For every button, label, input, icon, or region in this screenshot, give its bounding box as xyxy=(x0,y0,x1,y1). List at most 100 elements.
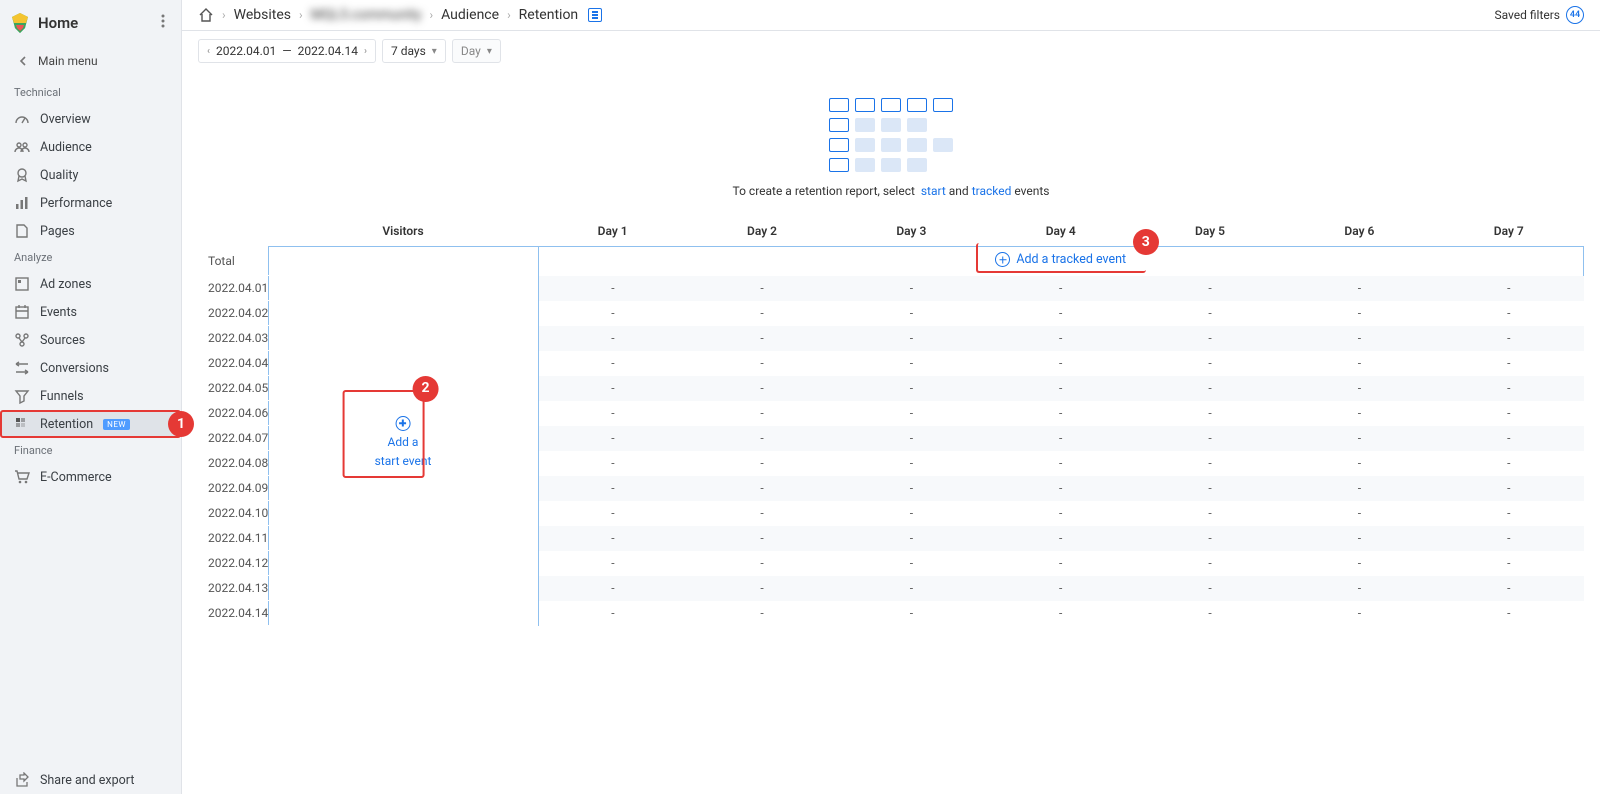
day-cell: - xyxy=(1434,601,1583,626)
chevron-right-icon: › xyxy=(299,8,303,22)
sidebar-item-label: Funnels xyxy=(40,389,84,404)
sidebar-item-e-commerce[interactable]: E-Commerce xyxy=(0,463,181,491)
visitors-total-cell xyxy=(268,247,538,276)
day-cell: - xyxy=(837,601,986,626)
day-cell: - xyxy=(538,376,687,401)
saved-filters-label: Saved filters xyxy=(1494,8,1560,22)
table-header-row: Visitors Day 1 Day 2 Day 3 Day 4 Day 5 D… xyxy=(198,216,1584,247)
saved-filters-link[interactable]: Saved filters 44 xyxy=(1494,6,1584,24)
add-tracked-event-cell[interactable]: Add a tracked event3 xyxy=(538,247,1584,276)
breadcrumbs: › Websites › MQL5.community › Audience ›… xyxy=(198,7,602,23)
day-cell: - xyxy=(986,601,1135,626)
table-row: 2022.04.10------- xyxy=(198,501,1584,526)
range-select[interactable]: 7 days ▾ xyxy=(382,39,446,63)
sidebar-item-funnels[interactable]: Funnels xyxy=(0,382,181,410)
day-header: Day 3 xyxy=(837,216,986,247)
day-cell: - xyxy=(687,351,836,376)
date-range-picker[interactable]: ‹ 2022.04.01 — 2022.04.14 › xyxy=(198,39,376,63)
day-header: Day 1 xyxy=(538,216,687,247)
sidebar-item-events[interactable]: Events xyxy=(0,298,181,326)
day-header: Day 2 xyxy=(687,216,836,247)
plus-circle-icon xyxy=(395,416,410,431)
date-cell: 2022.04.09 xyxy=(198,476,268,501)
day-cell: - xyxy=(1285,451,1434,476)
day-cell: - xyxy=(538,576,687,601)
add-tracked-event-link[interactable]: Add a tracked event xyxy=(995,252,1126,267)
share-export-link[interactable]: Share and export xyxy=(0,766,181,794)
table-row: 2022.04.04------- xyxy=(198,351,1584,376)
day-cell: - xyxy=(986,376,1135,401)
sidebar-item-label: Ad zones xyxy=(40,277,92,292)
sidebar-item-label: Conversions xyxy=(40,361,109,376)
day-cell: - xyxy=(837,576,986,601)
sidebar-item-ad-zones[interactable]: Ad zones xyxy=(0,270,181,298)
sidebar-item-overview[interactable]: Overview xyxy=(0,105,181,133)
crumb-retention[interactable]: Retention xyxy=(519,7,579,23)
date-cell: 2022.04.02 xyxy=(198,301,268,326)
home-icon[interactable] xyxy=(198,7,214,23)
saved-filters-count: 44 xyxy=(1566,6,1584,24)
day-cell: - xyxy=(1434,576,1583,601)
sidebar-group-title: Analyze xyxy=(0,245,181,270)
table-row: 2022.04.12------- xyxy=(198,551,1584,576)
sidebar-group-title: Finance xyxy=(0,438,181,463)
adzones-icon xyxy=(14,276,30,292)
sidebar-item-conversions[interactable]: Conversions xyxy=(0,354,181,382)
add-tracked-event-label: Add a tracked event xyxy=(1016,252,1126,267)
day-cell: - xyxy=(687,551,836,576)
crumb-websites[interactable]: Websites xyxy=(234,7,291,23)
day-cell: - xyxy=(687,276,836,301)
crumb-site[interactable]: MQL5.community xyxy=(311,7,422,23)
visitors-header: Visitors xyxy=(268,216,538,247)
annotation-badge-1: 1 xyxy=(168,411,194,437)
speedometer-icon xyxy=(14,111,30,127)
sidebar-item-pages[interactable]: Pages xyxy=(0,217,181,245)
crumb-audience[interactable]: Audience xyxy=(441,7,499,23)
sidebar-more-button[interactable] xyxy=(157,10,169,36)
granularity-select[interactable]: Day ▾ xyxy=(452,39,501,63)
cart-icon xyxy=(14,469,30,485)
sidebar-item-sources[interactable]: Sources xyxy=(0,326,181,354)
day-cell: - xyxy=(1285,576,1434,601)
day-cell: - xyxy=(538,551,687,576)
main-menu-label: Main menu xyxy=(38,54,98,68)
day-cell: - xyxy=(986,551,1135,576)
table-row: 2022.04.05------- xyxy=(198,376,1584,401)
day-cell: - xyxy=(687,376,836,401)
day-cell: - xyxy=(1434,276,1583,301)
chevron-right-icon: › xyxy=(429,8,433,22)
table-row: 2022.04.13------- xyxy=(198,576,1584,601)
day-cell: - xyxy=(837,376,986,401)
report-icon[interactable] xyxy=(588,8,602,22)
controls-row: ‹ 2022.04.01 — 2022.04.14 › 7 days ▾ Day… xyxy=(182,31,1600,72)
day-cell: - xyxy=(837,451,986,476)
day-header: Day 6 xyxy=(1285,216,1434,247)
sidebar-item-quality[interactable]: Quality xyxy=(0,161,181,189)
day-cell: - xyxy=(986,401,1135,426)
day-cell: - xyxy=(1285,401,1434,426)
illus-caption-tracked-link[interactable]: tracked xyxy=(972,184,1012,198)
chevron-left-icon: ‹ xyxy=(207,46,210,57)
day-cell: - xyxy=(1135,276,1284,301)
granularity-value: Day xyxy=(461,44,481,58)
day-cell: - xyxy=(1434,551,1583,576)
retention-icon xyxy=(14,416,30,432)
conversions-icon xyxy=(14,360,30,376)
day-cell: - xyxy=(1135,301,1284,326)
sidebar-item-performance[interactable]: Performance xyxy=(0,189,181,217)
day-cell: - xyxy=(538,301,687,326)
day-cell: - xyxy=(1434,501,1583,526)
day-cell: - xyxy=(986,476,1135,501)
table-total-row: TotalAdd a tracked event3 xyxy=(198,247,1584,276)
main-menu-link[interactable]: Main menu xyxy=(0,46,181,80)
day-cell: - xyxy=(687,326,836,351)
day-cell: - xyxy=(1285,426,1434,451)
table-row: 2022.04.07Add astart event2------- xyxy=(198,426,1584,451)
day-cell: - xyxy=(1285,376,1434,401)
date-cell: 2022.04.05 xyxy=(198,376,268,401)
illus-caption-start-link[interactable]: start xyxy=(921,184,946,198)
sidebar-item-audience[interactable]: Audience xyxy=(0,133,181,161)
sidebar-item-retention[interactable]: RetentionNEW1 xyxy=(0,410,181,438)
day-cell: - xyxy=(986,576,1135,601)
day-cell: - xyxy=(538,276,687,301)
